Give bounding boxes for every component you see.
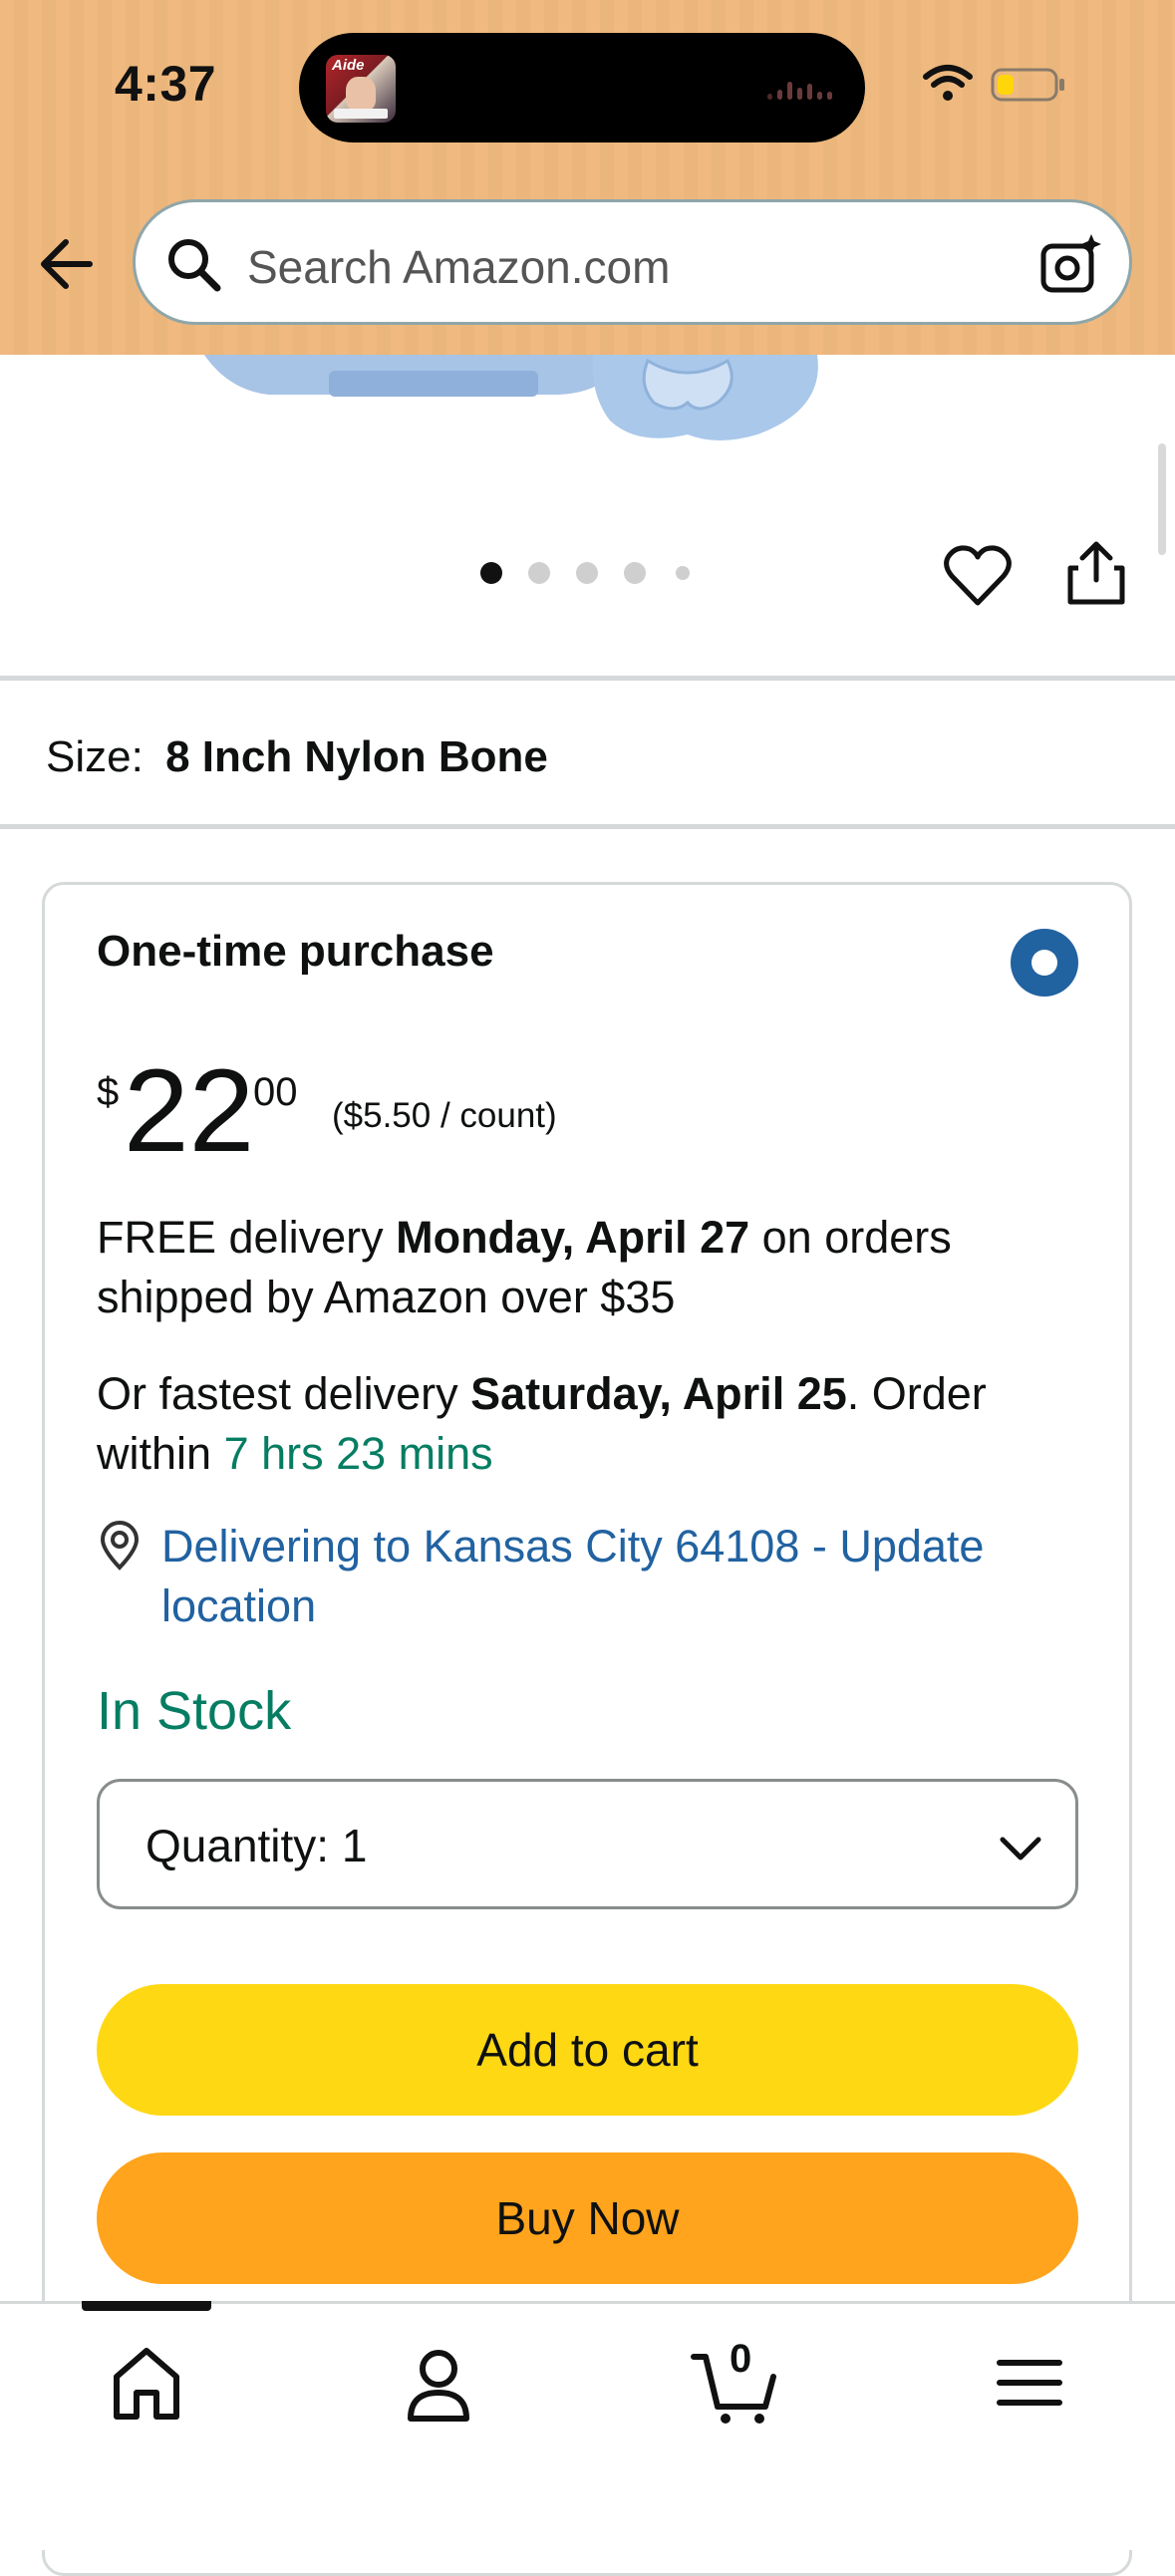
buy-now-button[interactable]: Buy Now (97, 2152, 1078, 2284)
purchase-option-title: One-time purchase (97, 927, 494, 976)
fastest-delivery-message: Or fastest delivery Saturday, April 25. … (97, 1368, 987, 1479)
free-delivery-date: Monday, April 27 (396, 1212, 750, 1263)
carousel-dot[interactable] (624, 562, 646, 584)
carousel-dot-active[interactable] (480, 562, 502, 584)
price-whole: 22 (124, 1045, 255, 1177)
size-value: 8 Inch Nylon Bone (165, 732, 548, 781)
album-art-title: Aide (332, 57, 365, 74)
now-playing-album-art[interactable]: Aide (326, 55, 396, 123)
account-icon[interactable] (389, 2337, 488, 2427)
wishlist-heart-icon[interactable] (943, 543, 1013, 609)
size-selector[interactable]: Size: 8 Inch Nylon Bone (46, 732, 548, 782)
battery-icon (991, 68, 1064, 102)
carousel-dot[interactable] (576, 562, 598, 584)
cart-icon[interactable]: 0 (686, 2337, 785, 2427)
purchase-option-radio[interactable] (1011, 929, 1078, 997)
status-time: 4:37 (115, 56, 217, 112)
divider (0, 824, 1175, 829)
search-input[interactable]: Search Amazon.com (133, 199, 1132, 325)
carousel-dot[interactable] (676, 566, 690, 580)
delivery-location-link[interactable]: Delivering to Kansas City 64108 - Update… (161, 1517, 1088, 1636)
active-tab-indicator (82, 2301, 211, 2311)
size-label: Size: (46, 732, 144, 781)
chevron-down-icon (1000, 1837, 1041, 1860)
add-to-cart-button[interactable]: Add to cart (97, 1984, 1078, 2116)
unit-price: ($5.50 / count) (332, 1096, 557, 1135)
cart-count-badge: 0 (730, 2337, 752, 2381)
stock-status: In Stock (97, 1681, 292, 1741)
fastest-delivery-date: Saturday, April 25 (470, 1368, 847, 1419)
product-image[interactable] (0, 355, 1175, 674)
free-delivery-message: FREE delivery Monday, April 27 on orders… (97, 1212, 952, 1322)
price-fraction: 00 (253, 1070, 298, 1114)
quantity-text: Quantity: 1 (146, 1820, 368, 1871)
home-icon[interactable] (97, 2337, 196, 2427)
search-placeholder: Search Amazon.com (247, 241, 671, 293)
quantity-value: 1 (341, 1820, 368, 1871)
quantity-dropdown[interactable]: Quantity: 1 (97, 1779, 1078, 1909)
price-currency: $ (97, 1070, 120, 1114)
carousel-dot[interactable] (528, 562, 550, 584)
order-countdown: 7 hrs 23 mins (223, 1428, 493, 1479)
audio-waveform-icon (767, 78, 837, 100)
location-pin-icon (100, 1521, 140, 1571)
divider (0, 676, 1175, 681)
scrollbar[interactable] (1158, 443, 1166, 555)
header-bar: 4:37 Aide Search Amazon.com (0, 0, 1175, 355)
camera-icon[interactable] (1039, 232, 1103, 296)
search-icon (168, 239, 221, 292)
menu-icon[interactable] (980, 2337, 1079, 2427)
back-arrow-icon[interactable] (36, 234, 96, 294)
wifi-icon (923, 65, 973, 101)
share-icon[interactable] (1064, 538, 1128, 608)
